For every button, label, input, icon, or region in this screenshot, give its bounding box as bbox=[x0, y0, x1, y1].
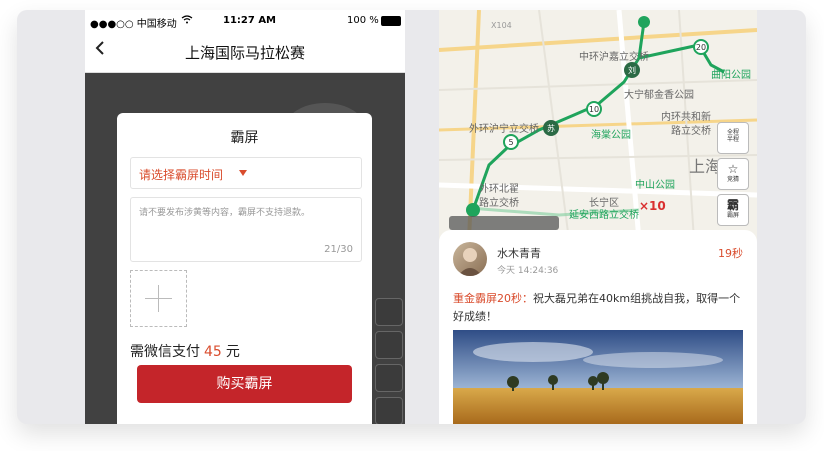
avatar[interactable] bbox=[453, 242, 487, 276]
svg-text:外环北翟: 外环北翟 bbox=[479, 183, 519, 195]
post-photo[interactable] bbox=[453, 330, 743, 424]
billboard-button[interactable]: 霸 霸屏 bbox=[717, 194, 749, 226]
svg-text:长宁区: 长宁区 bbox=[589, 196, 619, 209]
svg-text:外环沪宁立交桥: 外环沪宁立交桥 bbox=[469, 122, 539, 135]
left-phone-screen: ●●●○○ 中国移动 11:27 AM 100 % 上海国际马拉松赛 霸屏 请选… bbox=[85, 10, 405, 424]
page-title: 上海国际马拉松赛 bbox=[184, 44, 305, 62]
post-username[interactable]: 水木青青 bbox=[497, 245, 541, 261]
clock-label: 11:27 AM bbox=[223, 15, 277, 26]
svg-text:曲阳公园: 曲阳公园 bbox=[711, 69, 751, 81]
status-bar: ●●●○○ 中国移动 11:27 AM 100 % bbox=[85, 10, 405, 32]
post-time: 今天 14:24:36 bbox=[497, 266, 559, 276]
map-canvas: 5 10 20 X104 中环沪嘉立交桥 大宁郁金香公园 曲阳公园 外环沪宁立交… bbox=[439, 10, 757, 241]
nav-bar: 上海国际马拉松赛 bbox=[85, 32, 405, 73]
svg-text:中山公园: 中山公园 bbox=[635, 178, 675, 191]
svg-text:5: 5 bbox=[508, 138, 513, 147]
showcase-frame: ●●●○○ 中国移动 11:27 AM 100 % 上海国际马拉松赛 霸屏 请选… bbox=[17, 10, 806, 424]
post-duration: 19秒 bbox=[718, 247, 743, 260]
caret-down-icon bbox=[239, 170, 247, 176]
time-select[interactable]: 请选择霸屏时间 bbox=[130, 157, 362, 189]
svg-text:X104: X104 bbox=[491, 21, 512, 30]
post-tag: 重金霸屏20秒： bbox=[453, 292, 533, 305]
svg-text:内环共和新: 内环共和新 bbox=[661, 110, 711, 123]
payment-info: 需微信支付 45 元 bbox=[130, 341, 240, 361]
post-message: 重金霸屏20秒：祝大磊兄弟在40km组挑战自我，取得一个好成绩！ bbox=[453, 290, 745, 326]
billboard-label: 霸屏 bbox=[726, 212, 739, 219]
right-phone-screen: 5 10 20 X104 中环沪嘉立交桥 大宁郁金香公园 曲阳公园 外环沪宁立交… bbox=[439, 10, 757, 424]
billboard-post-card: 水木青青 今天 14:24:36 19秒 重金霸屏20秒：祝大磊兄弟在40km组… bbox=[439, 230, 757, 424]
side-button-dim bbox=[375, 364, 403, 392]
plus-icon-stroke bbox=[158, 285, 159, 312]
battery-label: 100 % bbox=[347, 15, 379, 26]
char-counter: 21/30 bbox=[324, 244, 353, 255]
full-half-toggle-button[interactable]: 全程 半程 bbox=[717, 122, 749, 154]
pay-amount: 45 bbox=[204, 344, 222, 360]
guess-label: 竞猜 bbox=[726, 176, 739, 183]
guess-button[interactable]: ☆ 竞猜 bbox=[717, 158, 749, 190]
battery-icon bbox=[381, 16, 401, 26]
pay-unit: 元 bbox=[225, 344, 240, 360]
time-select-placeholder: 请选择霸屏时间 bbox=[139, 168, 224, 182]
star-icon: ☆ bbox=[727, 162, 739, 176]
image-upload-box[interactable] bbox=[130, 270, 187, 327]
buy-billboard-button[interactable]: 购买霸屏 bbox=[137, 365, 352, 403]
side-button-dim bbox=[375, 331, 403, 359]
billboard-modal: 霸屏 请选择霸屏时间 请不要发布涉黄等内容，霸屏不支持退款。 21/30 需微信… bbox=[117, 113, 372, 424]
pay-prefix: 需微信支付 bbox=[130, 344, 200, 360]
svg-text:路立交桥: 路立交桥 bbox=[479, 196, 519, 209]
screen-icon: 霸 bbox=[726, 198, 739, 212]
message-placeholder: 请不要发布涉黄等内容，霸屏不支持退款。 bbox=[139, 208, 311, 218]
map-icon-label1: 全程 bbox=[726, 129, 739, 136]
svg-text:海棠公园: 海棠公园 bbox=[591, 128, 631, 141]
svg-text:中环沪嘉立交桥: 中环沪嘉立交桥 bbox=[579, 50, 649, 63]
carrier-label: ●●●○○ 中国移动 bbox=[90, 19, 177, 30]
svg-text:路立交桥: 路立交桥 bbox=[671, 124, 711, 137]
map-icon-label2: 半程 bbox=[726, 136, 739, 143]
svg-text:刘: 刘 bbox=[628, 65, 636, 75]
svg-text:延安西路立交桥: 延安西路立交桥 bbox=[569, 208, 639, 221]
svg-text:苏: 苏 bbox=[547, 123, 555, 133]
svg-text:20: 20 bbox=[696, 43, 706, 52]
message-textarea[interactable]: 请不要发布涉黄等内容，霸屏不支持退款。 21/30 bbox=[130, 197, 362, 262]
modal-title: 霸屏 bbox=[230, 130, 259, 146]
svg-text:10: 10 bbox=[589, 105, 599, 114]
side-button-dim bbox=[375, 298, 403, 326]
svg-text:大宁郁金香公园: 大宁郁金香公园 bbox=[624, 88, 694, 101]
side-button-dim bbox=[375, 397, 403, 424]
route-map[interactable]: 5 10 20 X104 中环沪嘉立交桥 大宁郁金香公园 曲阳公园 外环沪宁立交… bbox=[439, 10, 757, 241]
svg-text:×10: ×10 bbox=[639, 199, 666, 213]
wifi-icon bbox=[181, 15, 193, 27]
